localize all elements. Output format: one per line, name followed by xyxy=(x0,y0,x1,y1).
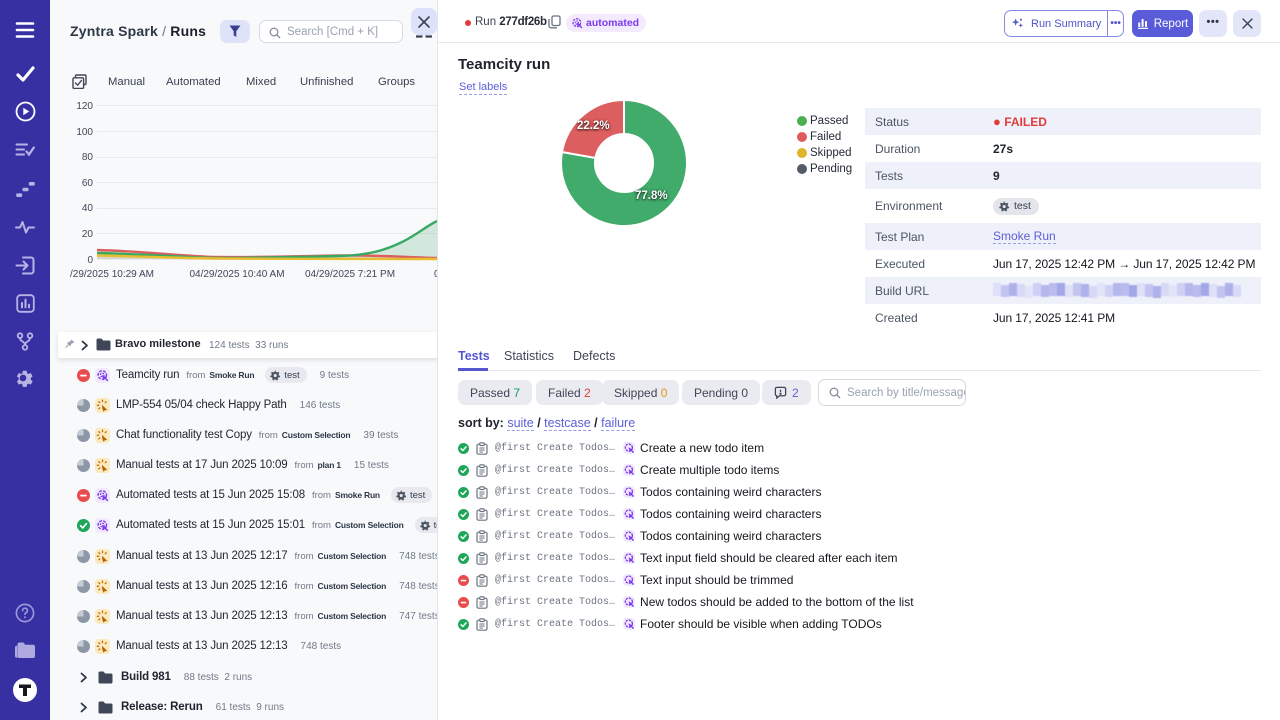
svg-text:04/29/2025 10:40 AM: 04/29/2025 10:40 AM xyxy=(189,269,284,280)
svg-text:40: 40 xyxy=(82,203,94,214)
svg-text:20: 20 xyxy=(82,229,94,240)
svg-text:100: 100 xyxy=(76,127,93,138)
svg-text:0: 0 xyxy=(87,255,93,266)
svg-text:60: 60 xyxy=(82,178,94,189)
svg-text:04/29/2025 7:21 PM: 04/29/2025 7:21 PM xyxy=(305,269,395,280)
svg-text:/29/2025 10:29 AM: /29/2025 10:29 AM xyxy=(70,269,154,280)
svg-text:120: 120 xyxy=(76,101,93,112)
svg-text:80: 80 xyxy=(82,152,94,163)
